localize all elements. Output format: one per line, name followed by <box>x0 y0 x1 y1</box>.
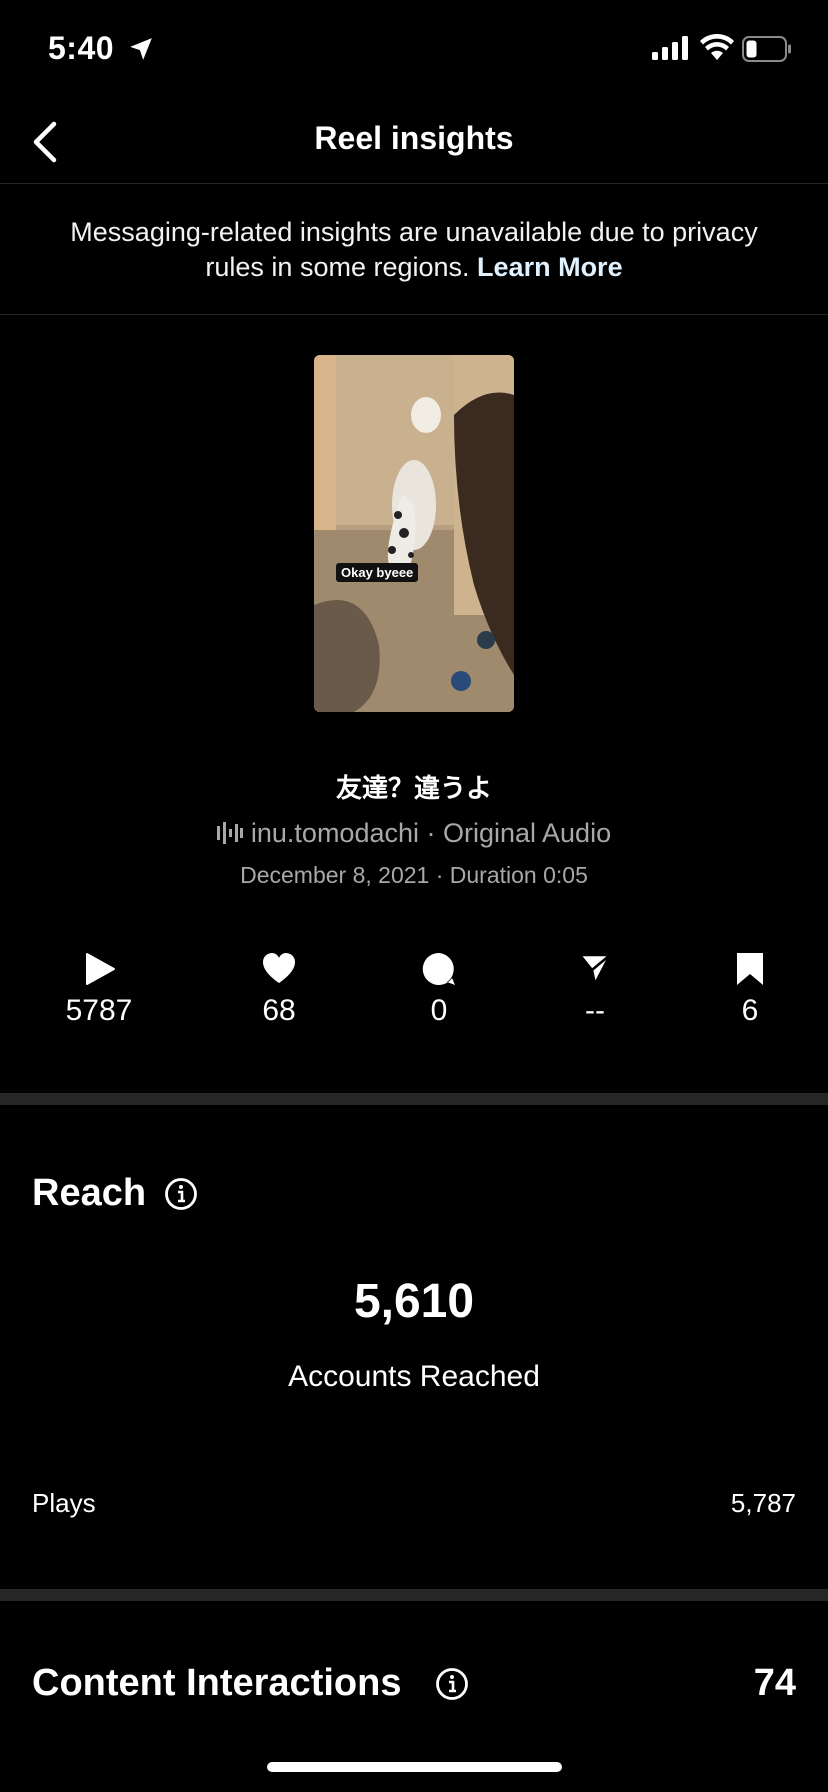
comments-stat: 0 <box>379 952 499 1028</box>
nav-bar: Reel insights <box>0 100 828 184</box>
section-divider <box>0 1093 828 1105</box>
status-time: 5:40 <box>48 30 115 66</box>
reel-thumbnail[interactable]: Okay byeee <box>314 355 514 712</box>
shares-stat: -- <box>535 952 655 1028</box>
saves-stat: 6 <box>690 952 810 1028</box>
cellular-signal-icon <box>652 36 688 60</box>
accounts-reached-label: Accounts Reached <box>288 1360 540 1393</box>
plays-label: Plays <box>32 1488 96 1518</box>
content-interactions-info-icon[interactable] <box>435 1667 469 1701</box>
content-interactions-title: Content Interactions <box>32 1662 402 1704</box>
likes-stat: 68 <box>219 952 339 1028</box>
wifi-icon <box>700 34 734 60</box>
page-title: Reel insights <box>314 120 514 156</box>
notice-text: Messaging-related insights are unavailab… <box>70 217 758 282</box>
reach-title: Reach <box>32 1172 147 1214</box>
saves-count: 6 <box>741 994 759 1027</box>
audio-row[interactable]: inu.tomodachi · Original Audio <box>0 818 828 849</box>
audio-waveform-icon <box>216 822 243 844</box>
play-icon <box>86 953 115 985</box>
status-bar: 5:40 <box>0 0 828 100</box>
heart-icon <box>263 953 295 983</box>
section-divider <box>0 1589 828 1601</box>
plays-value: 5,787 <box>730 1488 796 1518</box>
reel-thumbnail-image <box>314 355 514 712</box>
reel-title: 友達？違うよ <box>335 774 492 804</box>
privacy-notice: Messaging-related insights are unavailab… <box>0 185 828 315</box>
send-icon <box>578 953 612 986</box>
battery-icon <box>742 36 791 62</box>
comments-count: 0 <box>430 994 448 1027</box>
content-interactions-value: 74 <box>753 1662 796 1704</box>
home-indicator <box>267 1762 562 1772</box>
shares-count: -- <box>585 994 605 1027</box>
reel-date-duration: December 8, 2021 · Duration 0:05 <box>240 862 588 888</box>
thumbnail-caption: Okay byeee <box>336 563 419 582</box>
learn-more-link[interactable]: Learn More <box>477 252 623 282</box>
comment-icon <box>422 952 455 985</box>
accounts-reached-value: 5,610 <box>353 1275 475 1328</box>
likes-count: 68 <box>262 994 296 1027</box>
plays-count: 5787 <box>65 994 133 1027</box>
reach-info-icon[interactable] <box>164 1177 198 1211</box>
bookmark-icon <box>737 953 763 985</box>
audio-label: inu.tomodachi · Original Audio <box>250 818 612 848</box>
plays-stat: 5787 <box>39 952 159 1028</box>
location-arrow-icon <box>130 38 152 60</box>
